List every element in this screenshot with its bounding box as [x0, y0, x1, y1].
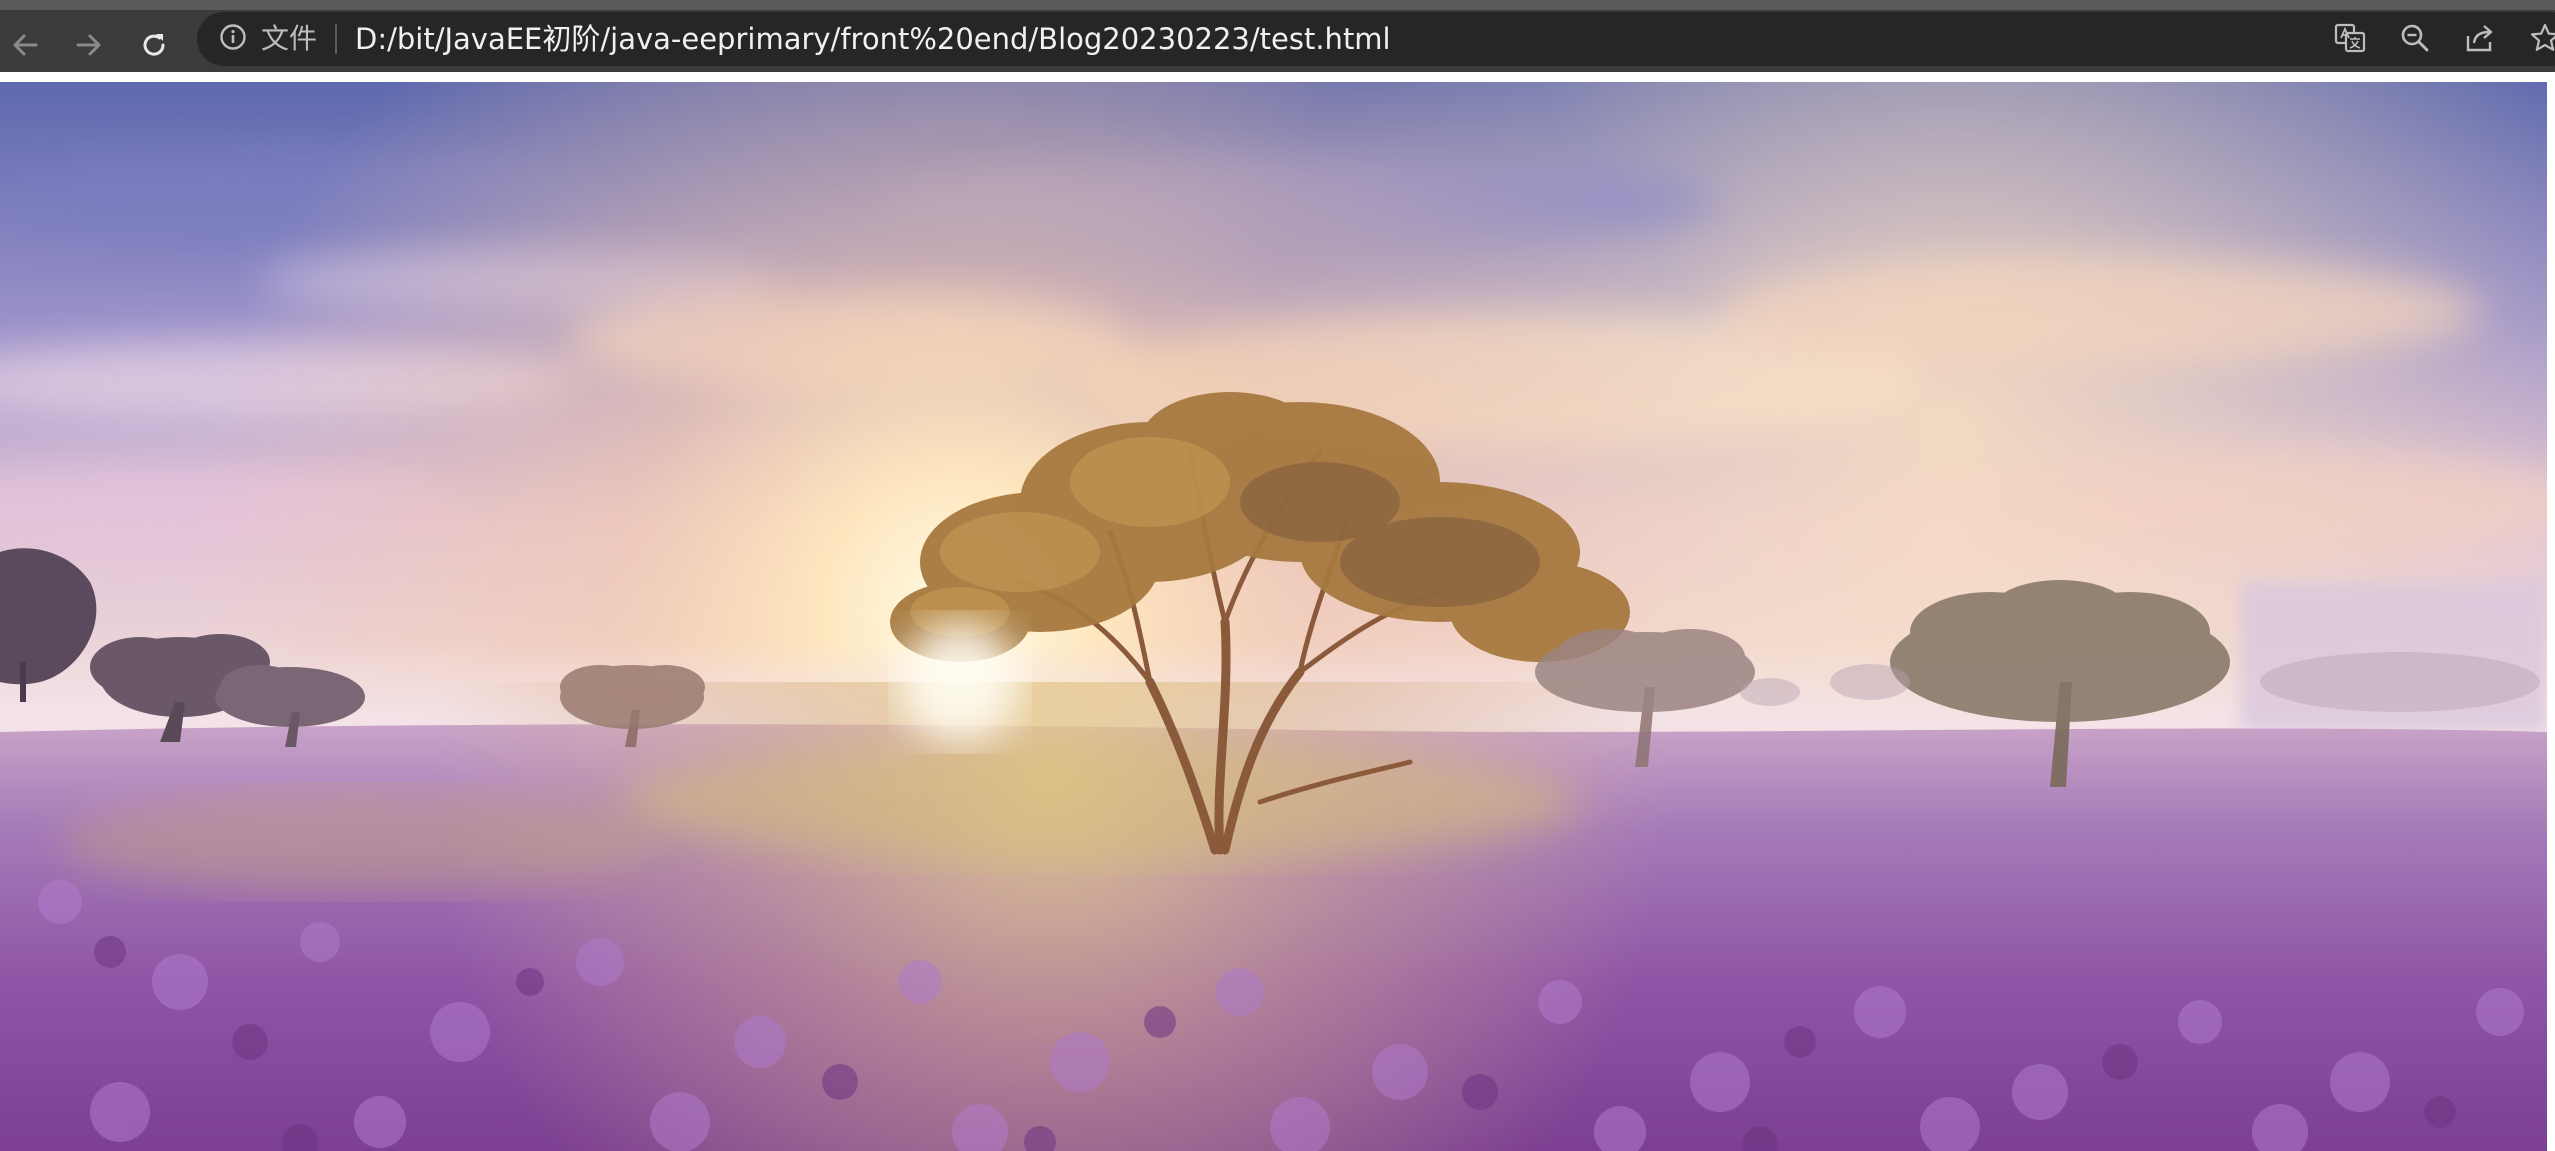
address-divider	[335, 24, 337, 54]
bookmark-button[interactable]	[2528, 23, 2555, 57]
page-top-margin	[0, 72, 2555, 82]
site-info-button[interactable]: 文件	[219, 23, 317, 55]
zoom-button[interactable]	[2398, 23, 2432, 57]
share-icon	[2464, 22, 2496, 58]
back-arrow-icon	[10, 30, 40, 60]
reload-icon	[139, 30, 169, 60]
bookmark-star-icon	[2529, 22, 2555, 58]
browser-toolbar: 文件 D:/bit/JavaEE初阶/java-eeprimary/front%…	[0, 10, 2555, 72]
translate-icon	[2334, 22, 2366, 58]
url-text[interactable]: D:/bit/JavaEE初阶/java-eeprimary/front%20e…	[355, 21, 1391, 57]
translate-button[interactable]	[2333, 23, 2367, 57]
address-bar[interactable]: 文件 D:/bit/JavaEE初阶/java-eeprimary/front%…	[197, 12, 2555, 66]
browser-top-strip	[0, 0, 2555, 10]
page-right-margin	[2547, 82, 2555, 1151]
forward-arrow-icon	[74, 30, 104, 60]
share-button[interactable]	[2463, 23, 2497, 57]
reload-button[interactable]	[129, 20, 179, 70]
landscape-photo	[0, 82, 2547, 1151]
info-circle-icon	[219, 23, 247, 55]
site-info-label: 文件	[261, 22, 318, 55]
forward-button[interactable]	[64, 20, 114, 70]
zoom-out-icon	[2399, 22, 2431, 58]
back-button[interactable]	[0, 20, 50, 70]
